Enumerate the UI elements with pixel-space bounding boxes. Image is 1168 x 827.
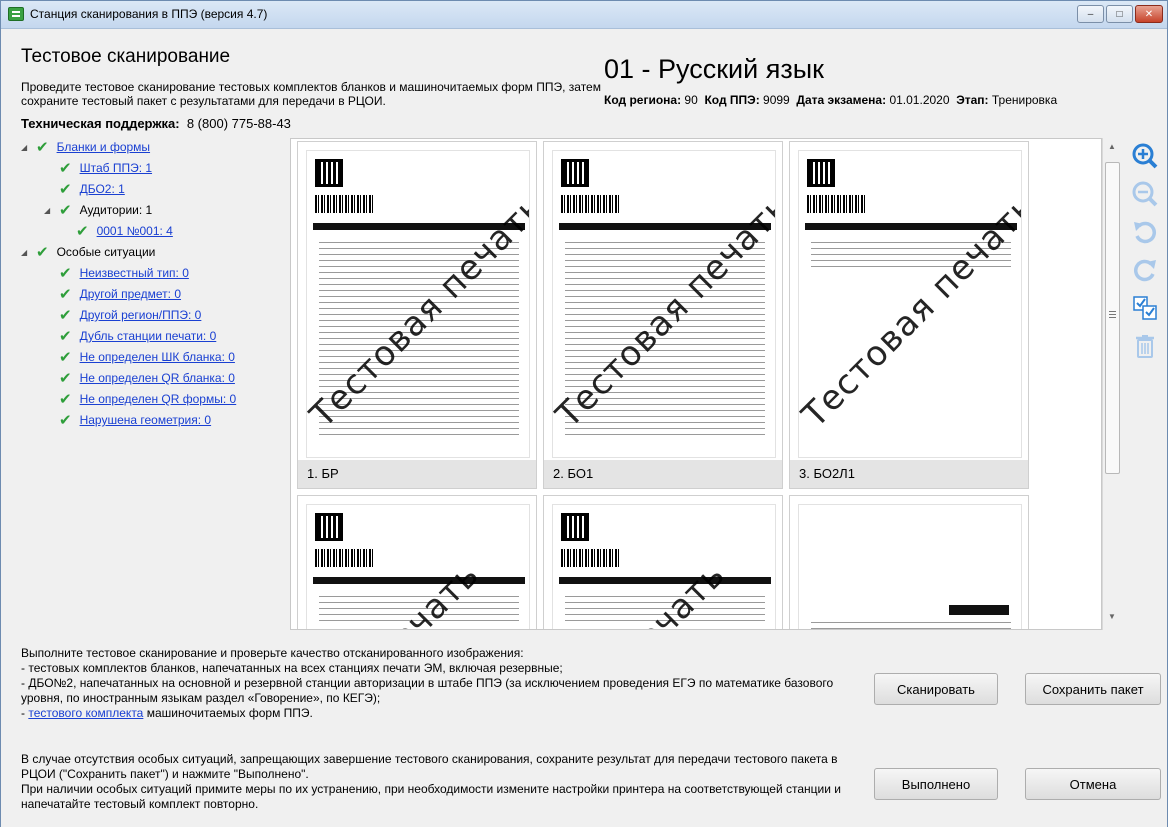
page-title: Тестовое сканирование [21, 46, 231, 67]
thumbnail-label: 2. БО1 [544, 460, 782, 488]
page-description: Проведите тестовое сканирование тестовых… [21, 80, 601, 108]
cancel-button[interactable]: Отмена [1025, 768, 1161, 800]
check-icon: ✔ [59, 370, 72, 387]
scan-image: печать [306, 504, 530, 629]
scan-image [798, 504, 1022, 629]
minimize-button[interactable]: – [1077, 5, 1104, 23]
rotate-right-icon[interactable] [1129, 254, 1161, 286]
stage-value: Тренировка [991, 93, 1058, 107]
tree-item-no-barcode[interactable]: ✔ Не определен ШК бланка: 0 [59, 348, 235, 366]
instruction-para: При наличии особых ситуаций примите меры… [21, 782, 841, 811]
title-bar: Станция сканирования в ППЭ (версия 4.7) … [1, 1, 1167, 29]
tree-item-no-qr-form[interactable]: ✔ Не определен QR бланка: 0 [59, 369, 235, 387]
check-icon: ✔ [59, 265, 72, 282]
maximize-button[interactable]: □ [1106, 5, 1133, 23]
check-icon: ✔ [59, 181, 72, 198]
tree-item-duplicate-station[interactable]: ✔ Дубль станции печати: 0 [59, 327, 216, 345]
scan-image: печать [552, 504, 776, 629]
scan-image: Тестовая печать [798, 150, 1022, 458]
scan-thumbnail[interactable]: Тестовая печать 1. БР [297, 141, 537, 489]
check-icon: ✔ [59, 412, 72, 429]
tree-item-forms[interactable]: ◢ ✔ Бланки и формы [21, 138, 150, 156]
instruction-para: В случае отсутствия особых ситуаций, зап… [21, 752, 838, 781]
tree-item-hq[interactable]: ✔ Штаб ППЭ: 1 [59, 159, 152, 177]
check-icon: ✔ [59, 328, 72, 345]
exam-date-value: 01.01.2020 [889, 93, 950, 107]
thumbnail-label: 3. БО2Л1 [790, 460, 1028, 488]
main-content: Тестовое сканирование Проведите тестовое… [1, 30, 1167, 827]
tree-item-unknown-type[interactable]: ✔ Неизвестный тип: 0 [59, 264, 189, 282]
check-icon: ✔ [36, 244, 49, 261]
scan-thumbnail[interactable]: Тестовая печать 3. БО2Л1 [789, 141, 1029, 489]
scan-thumbnail[interactable]: Тестовая печать 2. БО1 [543, 141, 783, 489]
check-icon: ✔ [59, 391, 72, 408]
ppe-value: 9099 [763, 93, 790, 107]
exam-meta: Код региона: 90 Код ППЭ: 9099 Дата экзам… [604, 93, 1057, 107]
tree-item-geometry[interactable]: ✔ Нарушена геометрия: 0 [59, 411, 211, 429]
check-icon: ✔ [59, 160, 72, 177]
scroll-up-icon[interactable]: ▲ [1105, 142, 1119, 156]
watermark: Тестовая печать [798, 186, 1022, 436]
window-title: Станция сканирования в ППЭ (версия 4.7) [30, 7, 268, 21]
ppe-label: Код ППЭ: [704, 93, 760, 107]
done-button[interactable]: Выполнено [874, 768, 998, 800]
instruction-line: Выполните тестовое сканирование и провер… [21, 646, 524, 660]
subject-title: 01 - Русский язык [604, 54, 824, 84]
instruction-line: - тестовых комплектов бланков, напечатан… [21, 661, 563, 675]
check-icon: ✔ [36, 139, 49, 156]
scan-thumbnail[interactable]: печать [543, 495, 783, 629]
scan-image: Тестовая печать [552, 150, 776, 458]
status-tree: ◢ ✔ Бланки и формы ✔ Штаб ППЭ: 1 ✔ ДБО2: 1 ◢… [21, 138, 286, 618]
select-all-icon[interactable] [1129, 292, 1161, 324]
close-button[interactable]: ✕ [1135, 5, 1163, 23]
instructions: Выполните тестовое сканирование и провер… [21, 646, 861, 721]
scan-button[interactable]: Сканировать [874, 673, 998, 705]
support-phone: 8 (800) 775-88-43 [186, 116, 291, 131]
region-value: 90 [684, 93, 698, 107]
instruction-line: - тестового комплекта машиночитаемых фор… [21, 706, 313, 720]
check-icon: ✔ [59, 349, 72, 366]
instructions-finish: В случае отсутствия особых ситуаций, зап… [21, 752, 861, 812]
tree-item-rooms[interactable]: ◢ ✔ Аудитории: 1 [44, 201, 152, 219]
region-label: Код региона: [604, 93, 682, 107]
support-info: Техническая поддержка: 8 (800) 775-88-43 [21, 116, 291, 131]
thumbnail-label: 1. БР [298, 460, 536, 488]
scrollbar-thumb[interactable] [1105, 162, 1120, 474]
zoom-in-icon[interactable] [1129, 140, 1161, 172]
save-package-button[interactable]: Сохранить пакет [1025, 673, 1161, 705]
zoom-out-icon[interactable] [1129, 178, 1161, 210]
check-icon: ✔ [59, 202, 72, 219]
app-window: Станция сканирования в ППЭ (версия 4.7) … [0, 0, 1168, 827]
collapse-icon[interactable]: ◢ [21, 248, 31, 257]
instruction-line: - ДБО№2, напечатанных на основной и резе… [21, 676, 834, 705]
scroll-down-icon[interactable]: ▼ [1105, 612, 1119, 626]
tree-item-other-subject[interactable]: ✔ Другой предмет: 0 [59, 285, 181, 303]
collapse-icon[interactable]: ◢ [44, 206, 54, 215]
scan-image: Тестовая печать [306, 150, 530, 458]
exam-date-label: Дата экзамена: [796, 93, 887, 107]
collapse-icon[interactable]: ◢ [21, 143, 31, 152]
check-icon: ✔ [59, 286, 72, 303]
tree-item-other-region[interactable]: ✔ Другой регион/ППЭ: 0 [59, 306, 201, 324]
check-icon: ✔ [59, 307, 72, 324]
check-icon: ✔ [76, 223, 89, 240]
scan-thumbnail[interactable]: печать [297, 495, 537, 629]
tree-item-dbo2[interactable]: ✔ ДБО2: 1 [59, 180, 125, 198]
support-label: Техническая поддержка: [21, 116, 180, 131]
tree-item-room-0001[interactable]: ✔ 0001 №001: 4 [76, 222, 173, 240]
rotate-left-icon[interactable] [1129, 216, 1161, 248]
stage-label: Этап: [956, 93, 989, 107]
gallery-scrollbar[interactable]: ▲ ▼ [1102, 138, 1121, 630]
tree-item-special[interactable]: ◢ ✔ Особые ситуации [21, 243, 155, 261]
app-icon [8, 7, 24, 21]
tree-item-no-qr-mr-form[interactable]: ✔ Не определен QR формы: 0 [59, 390, 236, 408]
scan-thumbnail[interactable] [789, 495, 1029, 629]
scan-gallery[interactable]: Тестовая печать 1. БР Тестовая печать 2.… [290, 138, 1102, 630]
delete-icon[interactable] [1129, 330, 1161, 362]
test-kit-link[interactable]: тестового комплекта [28, 706, 143, 720]
